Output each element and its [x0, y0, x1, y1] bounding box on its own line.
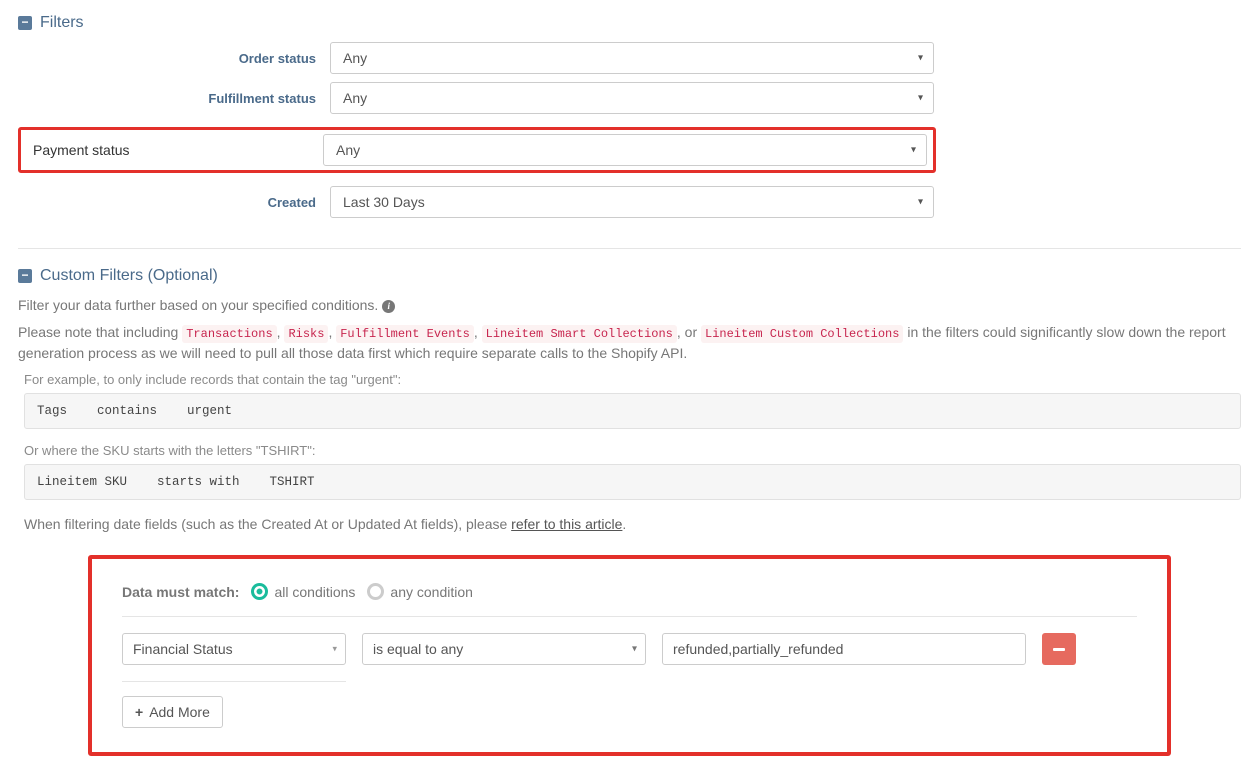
condition-row: Financial Status is equal to any [122, 633, 1137, 665]
example-1: For example, to only include records tha… [24, 372, 1241, 429]
radio-all-label: all conditions [274, 584, 355, 600]
remove-condition-button[interactable] [1042, 633, 1076, 665]
tag-fulfillment-events: Fulfillment Events [336, 325, 474, 343]
slowdown-note: Please note that including Transactions,… [18, 322, 1241, 364]
sep-or: , or [677, 324, 701, 340]
payment-status-highlight: Payment status Any [18, 127, 936, 173]
radio-all-conditions[interactable]: all conditions [251, 583, 355, 600]
info-icon[interactable]: i [382, 300, 395, 313]
example-2: Or where the SKU starts with the letters… [24, 443, 1241, 500]
date-filter-note: When filtering date fields (such as the … [24, 514, 1241, 535]
payment-status-label: Payment status [27, 142, 323, 158]
custom-filters-intro: Filter your data further based on your s… [18, 295, 1241, 316]
collapse-icon[interactable] [18, 16, 32, 30]
radio-icon[interactable] [367, 583, 384, 600]
payment-status-select[interactable]: Any [323, 134, 927, 166]
collapse-icon[interactable] [18, 269, 32, 283]
note-pre: Please note that including [18, 324, 182, 340]
example-2-code: Lineitem SKU starts with TSHIRT [24, 464, 1241, 500]
conditions-highlight-box: Data must match: all conditions any cond… [88, 555, 1171, 756]
fulfillment-status-label: Fulfillment status [18, 91, 330, 106]
date-note-link[interactable]: refer to this article [511, 516, 622, 532]
sep: , [474, 324, 482, 340]
tag-lineitem-smart: Lineitem Smart Collections [482, 325, 677, 343]
example-1-label: For example, to only include records tha… [24, 372, 1241, 387]
addmore-divider [122, 681, 346, 682]
condition-operator-select[interactable]: is equal to any [362, 633, 646, 665]
radio-icon[interactable] [251, 583, 268, 600]
example-1-code: Tags contains urgent [24, 393, 1241, 429]
custom-filters-section-header[interactable]: Custom Filters (Optional) [18, 267, 1241, 285]
fulfillment-status-select[interactable]: Any [330, 82, 934, 114]
condition-field-select[interactable]: Financial Status [122, 633, 346, 665]
created-value[interactable]: Last 30 Days [330, 186, 934, 218]
condition-value-input[interactable] [662, 633, 1026, 665]
radio-any-label: any condition [390, 584, 473, 600]
add-more-label: Add More [149, 704, 210, 720]
order-status-label: Order status [18, 51, 330, 66]
created-row: Created Last 30 Days [18, 186, 1241, 218]
date-note-pre: When filtering date fields (such as the … [24, 516, 511, 532]
order-status-value[interactable]: Any [330, 42, 934, 74]
example-2-label: Or where the SKU starts with the letters… [24, 443, 1241, 458]
order-status-row: Order status Any [18, 42, 1241, 74]
match-line: Data must match: all conditions any cond… [122, 583, 1137, 600]
add-more-button[interactable]: + Add More [122, 696, 223, 728]
order-status-select[interactable]: Any [330, 42, 934, 74]
filters-title: Filters [40, 14, 84, 32]
created-label: Created [18, 195, 330, 210]
tag-lineitem-custom: Lineitem Custom Collections [701, 325, 903, 343]
tag-risks: Risks [284, 325, 328, 343]
minus-icon [1053, 648, 1065, 651]
intro-text: Filter your data further based on your s… [18, 297, 382, 313]
payment-status-value[interactable]: Any [323, 134, 927, 166]
date-note-post: . [622, 516, 626, 532]
match-label: Data must match: [122, 584, 239, 600]
fulfillment-status-row: Fulfillment status Any [18, 82, 1241, 114]
radio-any-condition[interactable]: any condition [367, 583, 473, 600]
conditions-divider [122, 616, 1137, 617]
custom-filters-title: Custom Filters (Optional) [40, 267, 218, 285]
filters-section-header[interactable]: Filters [18, 14, 1241, 32]
fulfillment-status-value[interactable]: Any [330, 82, 934, 114]
plus-icon: + [135, 704, 143, 720]
tag-transactions: Transactions [182, 325, 276, 343]
created-select[interactable]: Last 30 Days [330, 186, 934, 218]
section-divider [18, 248, 1241, 249]
